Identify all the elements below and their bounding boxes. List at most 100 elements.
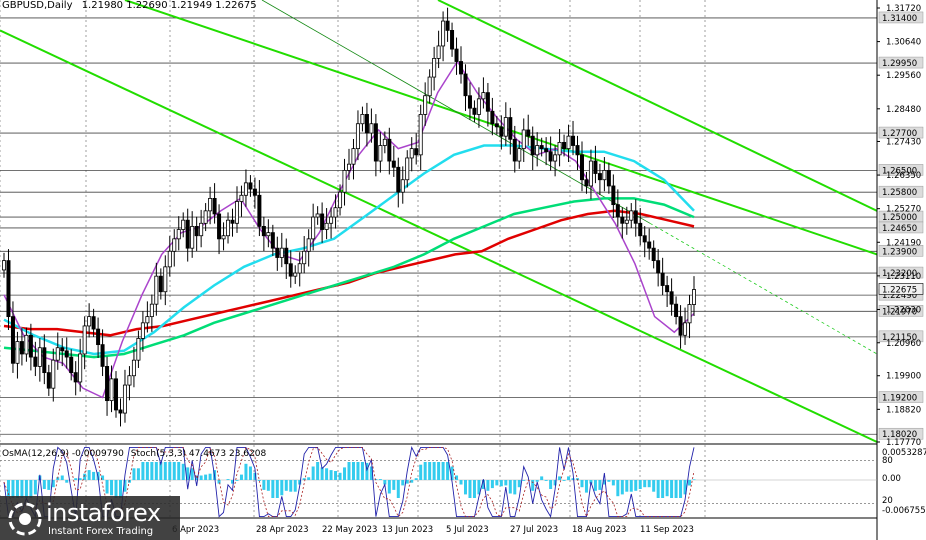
candle-body [642,235,647,243]
candle-body [409,148,414,159]
osma-bar [643,480,647,488]
candle-body [6,260,11,318]
osma-bar [329,470,333,480]
candle-body [683,322,688,336]
candle-body [248,182,253,190]
osma-bar [374,479,378,480]
osma-bar [351,462,355,480]
osma-bar [262,480,266,490]
candle-body [678,316,683,336]
candle-body [131,359,136,377]
osma-bar [199,475,203,480]
candle-body [42,347,47,374]
candle-body [297,263,302,274]
candle-body [19,341,24,355]
candle-body [588,160,593,187]
candle-body [503,117,508,137]
osma-bar [634,480,638,491]
osma-bar [629,480,633,492]
osma-bar [356,462,360,480]
candle-body [620,216,625,224]
osma-bar [154,462,158,480]
candle-body [615,204,620,218]
osma-bar [531,480,535,491]
osma-bar [105,480,109,494]
date-tick-label: 11 Sep 2023 [640,525,694,535]
price-tick-label: 1.25270 [886,205,921,215]
candle-body [149,303,154,318]
candle-body [427,76,432,97]
osma-bar [486,480,490,491]
osma-bar [472,480,476,498]
osma-bar [217,480,221,484]
osma-bar [692,479,696,480]
osma-bar [688,480,692,486]
osma-bar [42,480,46,489]
osma-bar [540,476,544,480]
candle-body [517,148,522,162]
candle-body [212,197,217,215]
osma-bar [266,480,270,491]
osma-bar [414,478,418,480]
level-label: 1.31400 [882,14,917,24]
candle-body [571,135,576,146]
candle-body [566,135,571,150]
osma-bar [208,473,212,480]
candle-body [239,194,244,202]
candle-body [114,378,119,411]
osma-bar [33,480,37,495]
date-tick-label: 18 Aug 2023 [572,525,626,535]
osma-bar [504,480,508,486]
price-chart[interactable]: 1.314001.299501.277001.265001.258001.250… [0,0,926,540]
candle-body [275,247,280,258]
candle-body [579,154,584,181]
osma-bar [284,480,288,491]
osma-bar [428,462,432,480]
osma-bar [495,480,499,486]
candle-body [665,285,670,293]
candle-body [490,110,495,125]
candle-body [266,232,271,237]
osma-bar [320,467,324,480]
osma-bar [226,479,230,480]
osma-bar [257,480,261,481]
osma-bar [446,462,450,480]
candle-body [651,247,656,262]
osma-bar [163,462,167,480]
candle-body [355,123,360,150]
osma-bar [293,480,297,492]
candle-body [261,225,266,237]
osma-bar [593,480,597,491]
level-label: 1.25800 [882,188,917,198]
candle-body [208,197,213,212]
candle-body [78,353,83,383]
candle-body [91,316,96,330]
candle-body [660,272,665,286]
candle-body [463,73,468,97]
candle-body [172,238,177,252]
candle-body [158,275,163,293]
candle-body [163,266,168,293]
candle-body [243,182,248,196]
level-label: 1.29950 [882,59,917,69]
price-tick-label: 1.27430 [886,137,921,147]
candle-body [346,163,351,171]
price-tick-label: 1.18820 [886,405,921,415]
osma-bar [665,480,669,497]
subwindow-tick-label: 0.00 [882,474,901,484]
price-tick-label: 1.24190 [886,238,921,248]
candle-body [217,213,222,240]
osma-bar [168,462,172,480]
osma-bar [244,463,248,480]
candle-body [226,219,231,237]
osma-bar [598,480,602,490]
price-tick-label: 1.29560 [886,71,921,81]
osma-bar [580,480,584,488]
candle-body [530,135,535,156]
candle-body [279,247,284,258]
candle-body [611,185,616,206]
logo-tagline: Instant Forex Trading [48,526,154,537]
candle-body [311,216,316,240]
candle-body [606,169,611,187]
osma-bar [87,470,91,480]
